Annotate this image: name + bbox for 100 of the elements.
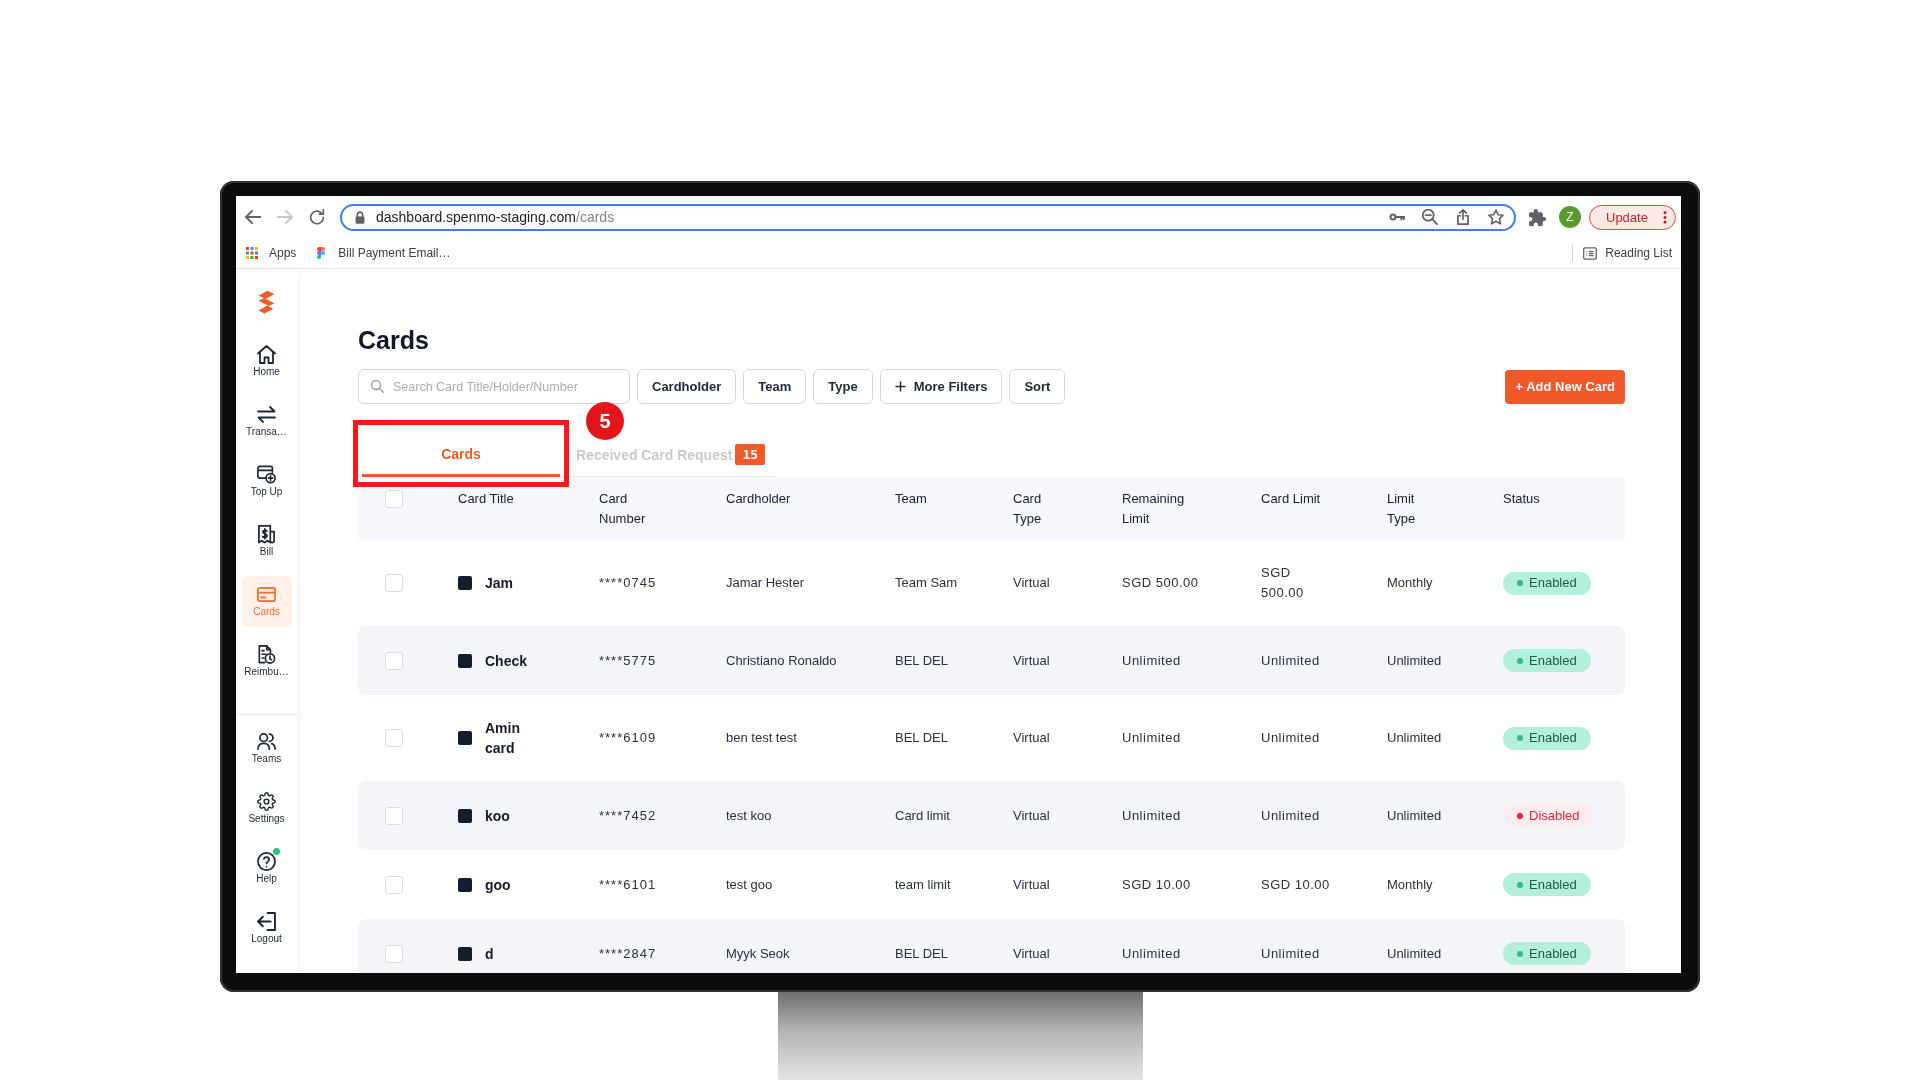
bookmark-link[interactable]: Bill Payment Email…	[317, 246, 451, 260]
status-text: Disabled	[1529, 806, 1580, 825]
table-cell-text: team limit	[895, 875, 951, 894]
column-header: Cardholder	[726, 491, 791, 506]
table-cell-text: Virtual	[1013, 806, 1050, 825]
update-button[interactable]: Update	[1589, 204, 1676, 230]
bookmark-link[interactable]: Apps	[246, 246, 297, 260]
status-text: Enabled	[1529, 875, 1577, 894]
table-cell-text: Card limit	[895, 806, 950, 825]
status-text: Enabled	[1529, 651, 1577, 670]
card-number: ****5775	[599, 651, 657, 670]
table-cell-text: Virtual	[1013, 944, 1050, 963]
column-header: Card Type	[1013, 490, 1042, 528]
filter-button[interactable]: Cardholder	[637, 369, 737, 404]
sidebar-item[interactable]: Top Up	[241, 456, 292, 507]
status-dot-icon	[1517, 657, 1523, 664]
column-header: Card Title	[458, 491, 514, 506]
column-header: Status	[1503, 491, 1540, 506]
table-cell-text: Christiano Ronaldo	[726, 651, 837, 670]
status-text: Enabled	[1529, 574, 1577, 592]
address-bar[interactable]: dashboard.spenmo-staging.com/cards	[340, 203, 1516, 231]
status-dot-icon	[1517, 812, 1523, 819]
table-cell-text: BEL DEL	[895, 729, 948, 747]
share-icon[interactable]	[1455, 209, 1471, 225]
table-row[interactable]: d ****2847 Myyk Seok BEL DEL Virtual Unlimited Unlimited Unlimited Enabled	[358, 919, 1625, 973]
table-row[interactable]: Check ****5775 Christiano Ronaldo BEL DEL Virtual Unlimited Unlimited Unlimited Enabled	[358, 626, 1625, 695]
sidebar-item[interactable]: Home	[241, 336, 292, 387]
select-all-checkbox[interactable]	[385, 490, 403, 508]
table-cell-text: Unlimited	[1387, 944, 1442, 963]
sidebar-item[interactable]: Help	[241, 843, 292, 894]
favicon-icon	[317, 247, 326, 259]
table-cell-text: Virtual	[1013, 574, 1050, 592]
row-checkbox[interactable]	[385, 806, 403, 825]
url-text: dashboard.spenmo-staging.com/cards	[376, 209, 615, 225]
home-icon	[257, 344, 276, 364]
star-icon[interactable]	[1488, 209, 1504, 225]
settings-icon	[257, 791, 276, 811]
table-cell-text: SGD 10.00	[1122, 875, 1191, 894]
table-cell-text: Unlimited	[1261, 729, 1320, 747]
back-arrow-icon[interactable]	[245, 209, 261, 225]
card-number: ****6109	[599, 729, 657, 747]
logout-icon	[257, 911, 276, 931]
lock-icon	[355, 210, 365, 224]
table-row[interactable]: koo ****7452 test koo Card limit Virtual Unlimited Unlimited Unlimited Disabled	[358, 781, 1625, 850]
table-cell-text: test koo	[726, 806, 772, 825]
table-cell-text: Unlimited	[1261, 806, 1320, 825]
table-cell-text: SGD 500.00	[1122, 574, 1199, 592]
row-checkbox[interactable]	[385, 944, 403, 963]
table-cell-text: Unlimited	[1122, 729, 1181, 747]
table-cell-text: Unlimited	[1261, 651, 1320, 670]
card-title: Jam	[485, 574, 514, 593]
more-filters-button[interactable]: More Filters	[879, 369, 1003, 404]
filter-button[interactable]: Team	[743, 369, 807, 404]
logo-icon	[258, 290, 275, 314]
people-icon	[257, 731, 276, 751]
table-cell-text: ben test test	[726, 729, 797, 747]
reading-list-button[interactable]: Reading List	[1583, 246, 1672, 260]
table-cell-text: Myyk Seok	[726, 944, 790, 963]
search-field[interactable]: Search Card Title/Holder/Number	[358, 369, 630, 404]
table-cell-text: Unlimited	[1122, 651, 1181, 670]
table-cell-text: Unlimited	[1387, 806, 1442, 825]
row-checkbox[interactable]	[385, 875, 403, 894]
sidebar-item[interactable]: Teams	[241, 723, 292, 774]
status-dot-icon	[1517, 735, 1523, 741]
table-cell-text: test goo	[726, 875, 773, 894]
card-plus-icon	[257, 464, 276, 484]
card-title: d	[485, 944, 494, 964]
table-cell-text: BEL DEL	[895, 944, 948, 963]
sidebar-item[interactable]: Reimbu…	[241, 636, 292, 687]
table-cell-text: Unlimited	[1387, 729, 1442, 747]
row-checkbox[interactable]	[385, 574, 403, 592]
credit-card-icon	[257, 584, 276, 604]
reading-list-icon	[1583, 246, 1598, 260]
card-number: ****2847	[599, 944, 657, 963]
reload-icon[interactable]	[309, 209, 325, 225]
zoom-out-icon[interactable]	[1422, 209, 1438, 225]
more-vertical-icon	[1663, 210, 1667, 224]
arrows-icon	[257, 404, 276, 424]
filter-button[interactable]: Type	[813, 369, 873, 404]
sidebar-item[interactable]: Settings	[241, 783, 292, 834]
status-dot-icon	[1517, 580, 1523, 586]
sort-button[interactable]: Sort	[1009, 369, 1066, 404]
table-cell-text: Virtual	[1013, 875, 1050, 894]
table-cell-text: Jamar Hester	[726, 574, 805, 592]
table-cell-text: Unlimited	[1261, 944, 1320, 963]
status-text: Enabled	[1529, 944, 1577, 963]
puzzle-icon[interactable]	[1529, 208, 1546, 226]
table-cell-text: Team Sam	[895, 574, 958, 592]
sidebar-item[interactable]: Bill	[241, 516, 292, 567]
table-cell-text: Unlimited	[1122, 806, 1181, 825]
sidebar-item[interactable]: Transa…	[241, 396, 292, 447]
card-title: Check	[485, 651, 528, 671]
help-icon	[257, 851, 276, 871]
row-checkbox[interactable]	[385, 651, 403, 670]
status-dot-icon	[1517, 950, 1523, 957]
sidebar-item[interactable]: Logout	[241, 903, 292, 954]
table-cell-text: BEL DEL	[895, 651, 948, 670]
column-header: Card Limit	[1261, 491, 1321, 506]
table-cell-text: Virtual	[1013, 729, 1050, 747]
row-checkbox[interactable]	[385, 729, 403, 747]
